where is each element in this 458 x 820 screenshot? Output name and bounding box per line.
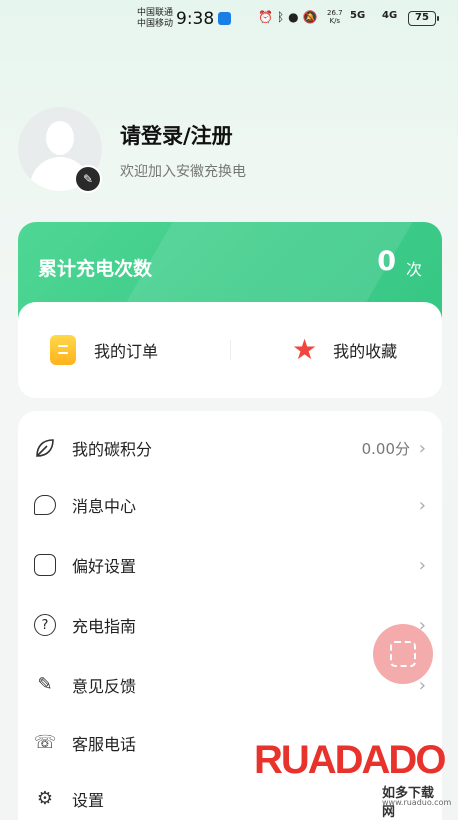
- carrier-1: 中国联通: [137, 8, 174, 18]
- net-speed: 26.7 K/s: [327, 9, 343, 25]
- clipboard-icon: [50, 335, 76, 365]
- scan-button[interactable]: [373, 624, 433, 684]
- bluetooth-icon: ᛒ: [276, 10, 289, 24]
- menu-item-label: 消息中心: [72, 497, 137, 516]
- avatar-head: [46, 121, 74, 155]
- star-icon: ★: [292, 333, 318, 366]
- status-bar: 中国联通 中国移动 9:38 ⏰ᛒ●🔕 26.7 K/s 5G 4G 75: [0, 0, 458, 40]
- menu-item-message-center[interactable]: 消息中心 ›: [18, 485, 442, 525]
- charge-count-title: 累计充电次数: [38, 258, 153, 280]
- watermark-text: RUADADO: [254, 738, 446, 782]
- location-icon: ●: [288, 10, 303, 24]
- my-favorites-label: 我的收藏: [333, 342, 398, 361]
- net-speed-value: 26.7: [327, 9, 343, 17]
- sliders-icon: [32, 552, 58, 578]
- menu-item-label: 偏好设置: [72, 557, 137, 576]
- gear-icon: ⚙: [36, 788, 54, 809]
- quick-actions-card: 我的订单 ★ 我的收藏: [18, 302, 442, 398]
- welcome-text: 欢迎加入安徽充换电: [120, 164, 246, 180]
- watermark-url: www.ruaduo.com: [382, 798, 452, 807]
- divider: [230, 340, 231, 360]
- carrier-names: 中国联通 中国移动: [137, 8, 173, 30]
- login-register-link[interactable]: 请登录/注册: [120, 120, 233, 150]
- my-orders-button[interactable]: 我的订单: [50, 332, 158, 368]
- edit-avatar-icon[interactable]: ✎: [74, 165, 102, 193]
- menu-item-label: 我的碳积分: [72, 440, 153, 459]
- net-speed-unit: K/s: [329, 17, 341, 25]
- leaf-icon: [32, 435, 58, 461]
- chevron-right-icon: ›: [418, 554, 426, 576]
- carbon-points-value: 0.00分: [361, 439, 410, 458]
- menu-item-label: 设置: [72, 791, 105, 810]
- phone-icon: ☏: [33, 732, 57, 753]
- pen-icon: ✎: [37, 674, 53, 695]
- help-icon: ?: [32, 612, 58, 638]
- watermark-logo: RUADADO 如多下载网 www.ruaduo.com: [254, 738, 451, 820]
- charge-count-unit: 次: [405, 260, 422, 279]
- chevron-right-icon: ›: [418, 437, 426, 459]
- system-icons: ⏰ᛒ●🔕: [258, 10, 322, 24]
- carrier-2: 中国移动: [137, 19, 174, 29]
- charge-count-value: 0: [377, 246, 396, 277]
- scan-icon: [390, 641, 416, 667]
- app-notification-icon: [218, 12, 231, 25]
- menu-item-carbon-points[interactable]: 我的碳积分 0.00分 ›: [18, 428, 442, 468]
- menu-item-label: 充电指南: [72, 617, 137, 636]
- chevron-right-icon: ›: [418, 494, 426, 516]
- my-favorites-button[interactable]: ★ 我的收藏: [292, 332, 397, 368]
- battery-indicator: 75: [408, 11, 439, 26]
- signal-4g: 4G: [382, 10, 398, 21]
- mute-icon: 🔕: [302, 10, 322, 24]
- clock: 9:38: [176, 9, 215, 29]
- chat-icon: [32, 492, 58, 518]
- menu-item-label: 客服电话: [72, 735, 137, 754]
- my-orders-label: 我的订单: [94, 342, 159, 361]
- signal-5g: 5G: [350, 10, 366, 21]
- alarm-icon: ⏰: [258, 10, 277, 24]
- menu-item-preferences[interactable]: 偏好设置 ›: [18, 545, 442, 585]
- menu-item-label: 意见反馈: [72, 677, 137, 696]
